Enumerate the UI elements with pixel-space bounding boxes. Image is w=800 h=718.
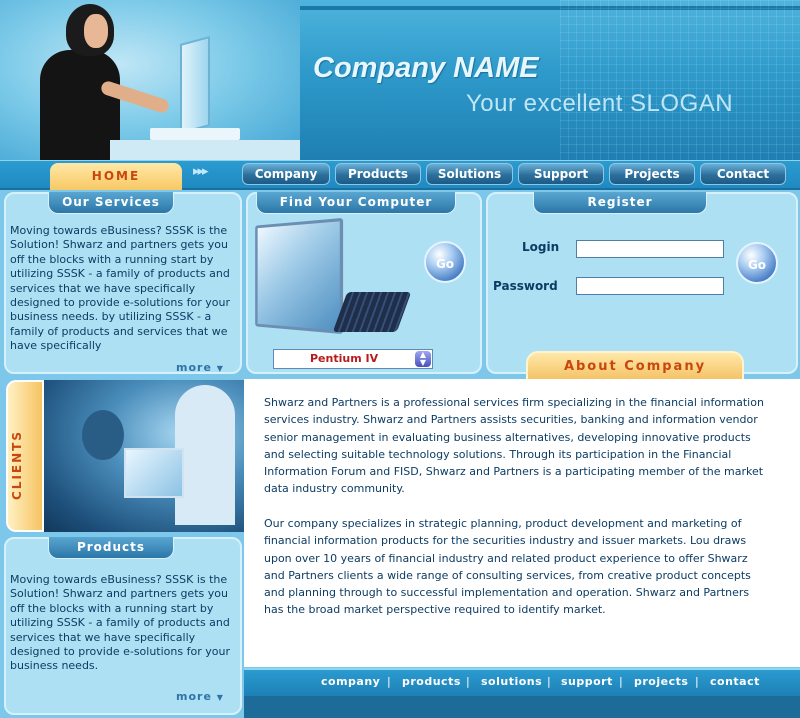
services-title: Our Services (48, 192, 174, 214)
nav-solutions-button[interactable]: Solutions (426, 163, 513, 185)
photo-laptop-screen (180, 35, 210, 135)
footer-link-contact[interactable]: contact (710, 675, 760, 688)
nav-company-button[interactable]: Company (242, 163, 330, 185)
header-banner: Company NAME Your excellent SLOGAN (0, 0, 800, 160)
footer-separator: | (387, 675, 391, 688)
nav-projects-button[interactable]: Projects (609, 163, 695, 185)
about-company-tab[interactable]: About Company (526, 351, 744, 381)
login-input[interactable] (576, 240, 724, 258)
company-name: Company NAME (313, 52, 539, 84)
nav-home-tab[interactable]: HOME (50, 163, 182, 190)
register-go-button[interactable]: Go (736, 242, 778, 284)
footer-separator: | (466, 675, 470, 688)
more-arrow-icon: ▼ (216, 364, 224, 373)
login-label: Login (522, 240, 560, 254)
photo-woman-face (84, 14, 108, 48)
about-paragraph-1: Shwarz and Partners is a professional se… (264, 396, 764, 496)
footer-link-products[interactable]: products (402, 675, 461, 688)
footer-separator: | (547, 675, 551, 688)
products-text: Moving towards eBusiness? SSSK is the So… (10, 573, 230, 673)
header-photo (0, 0, 300, 160)
find-computer-go-button[interactable]: Go (424, 241, 466, 283)
nav-support-button[interactable]: Support (518, 163, 604, 185)
footer-separator: | (695, 675, 699, 688)
services-text: Moving towards eBusiness? SSSK is the So… (10, 224, 230, 352)
register-title: Register (533, 192, 707, 214)
header-grid-pattern (560, 0, 800, 160)
password-input[interactable] (576, 277, 724, 295)
photo-monitor (124, 448, 184, 498)
find-computer-title: Find Your Computer (256, 192, 456, 214)
footer-link-company[interactable]: company (321, 675, 380, 688)
clients-label: CLIENTS (10, 430, 24, 500)
computer-monitor-image (255, 217, 344, 335)
products-title: Products (48, 537, 174, 559)
password-label: Password (493, 279, 558, 293)
photo-laptop-base (150, 128, 240, 140)
about-paragraph-2: Our company specializes in strategic pla… (264, 517, 751, 617)
nav-contact-button[interactable]: Contact (700, 163, 786, 185)
footer-link-projects[interactable]: projects (634, 675, 688, 688)
products-more-link[interactable]: more ▼ (176, 690, 224, 703)
footer-link-solutions[interactable]: solutions (481, 675, 542, 688)
footer-separator: | (619, 675, 623, 688)
processor-select-value: Pentium IV (310, 352, 379, 365)
slogan: Your excellent SLOGAN (466, 90, 734, 117)
nav-products-button[interactable]: Products (335, 163, 421, 185)
photo-desk (110, 140, 300, 160)
select-arrows-icon: ▲ ▼ (415, 351, 431, 367)
photo-person-standing (175, 385, 235, 525)
footer-link-support[interactable]: support (561, 675, 613, 688)
nav-arrows-icon: ▸▸▸ (193, 164, 209, 179)
more-arrow-icon: ▼ (216, 693, 224, 702)
photo-person-head (82, 410, 124, 460)
footer-bottom-strip (244, 696, 800, 718)
photo-woman-body (40, 50, 120, 160)
processor-select[interactable]: Pentium IV ▲ ▼ (273, 349, 433, 369)
services-more-link[interactable]: more ▼ (176, 361, 224, 374)
